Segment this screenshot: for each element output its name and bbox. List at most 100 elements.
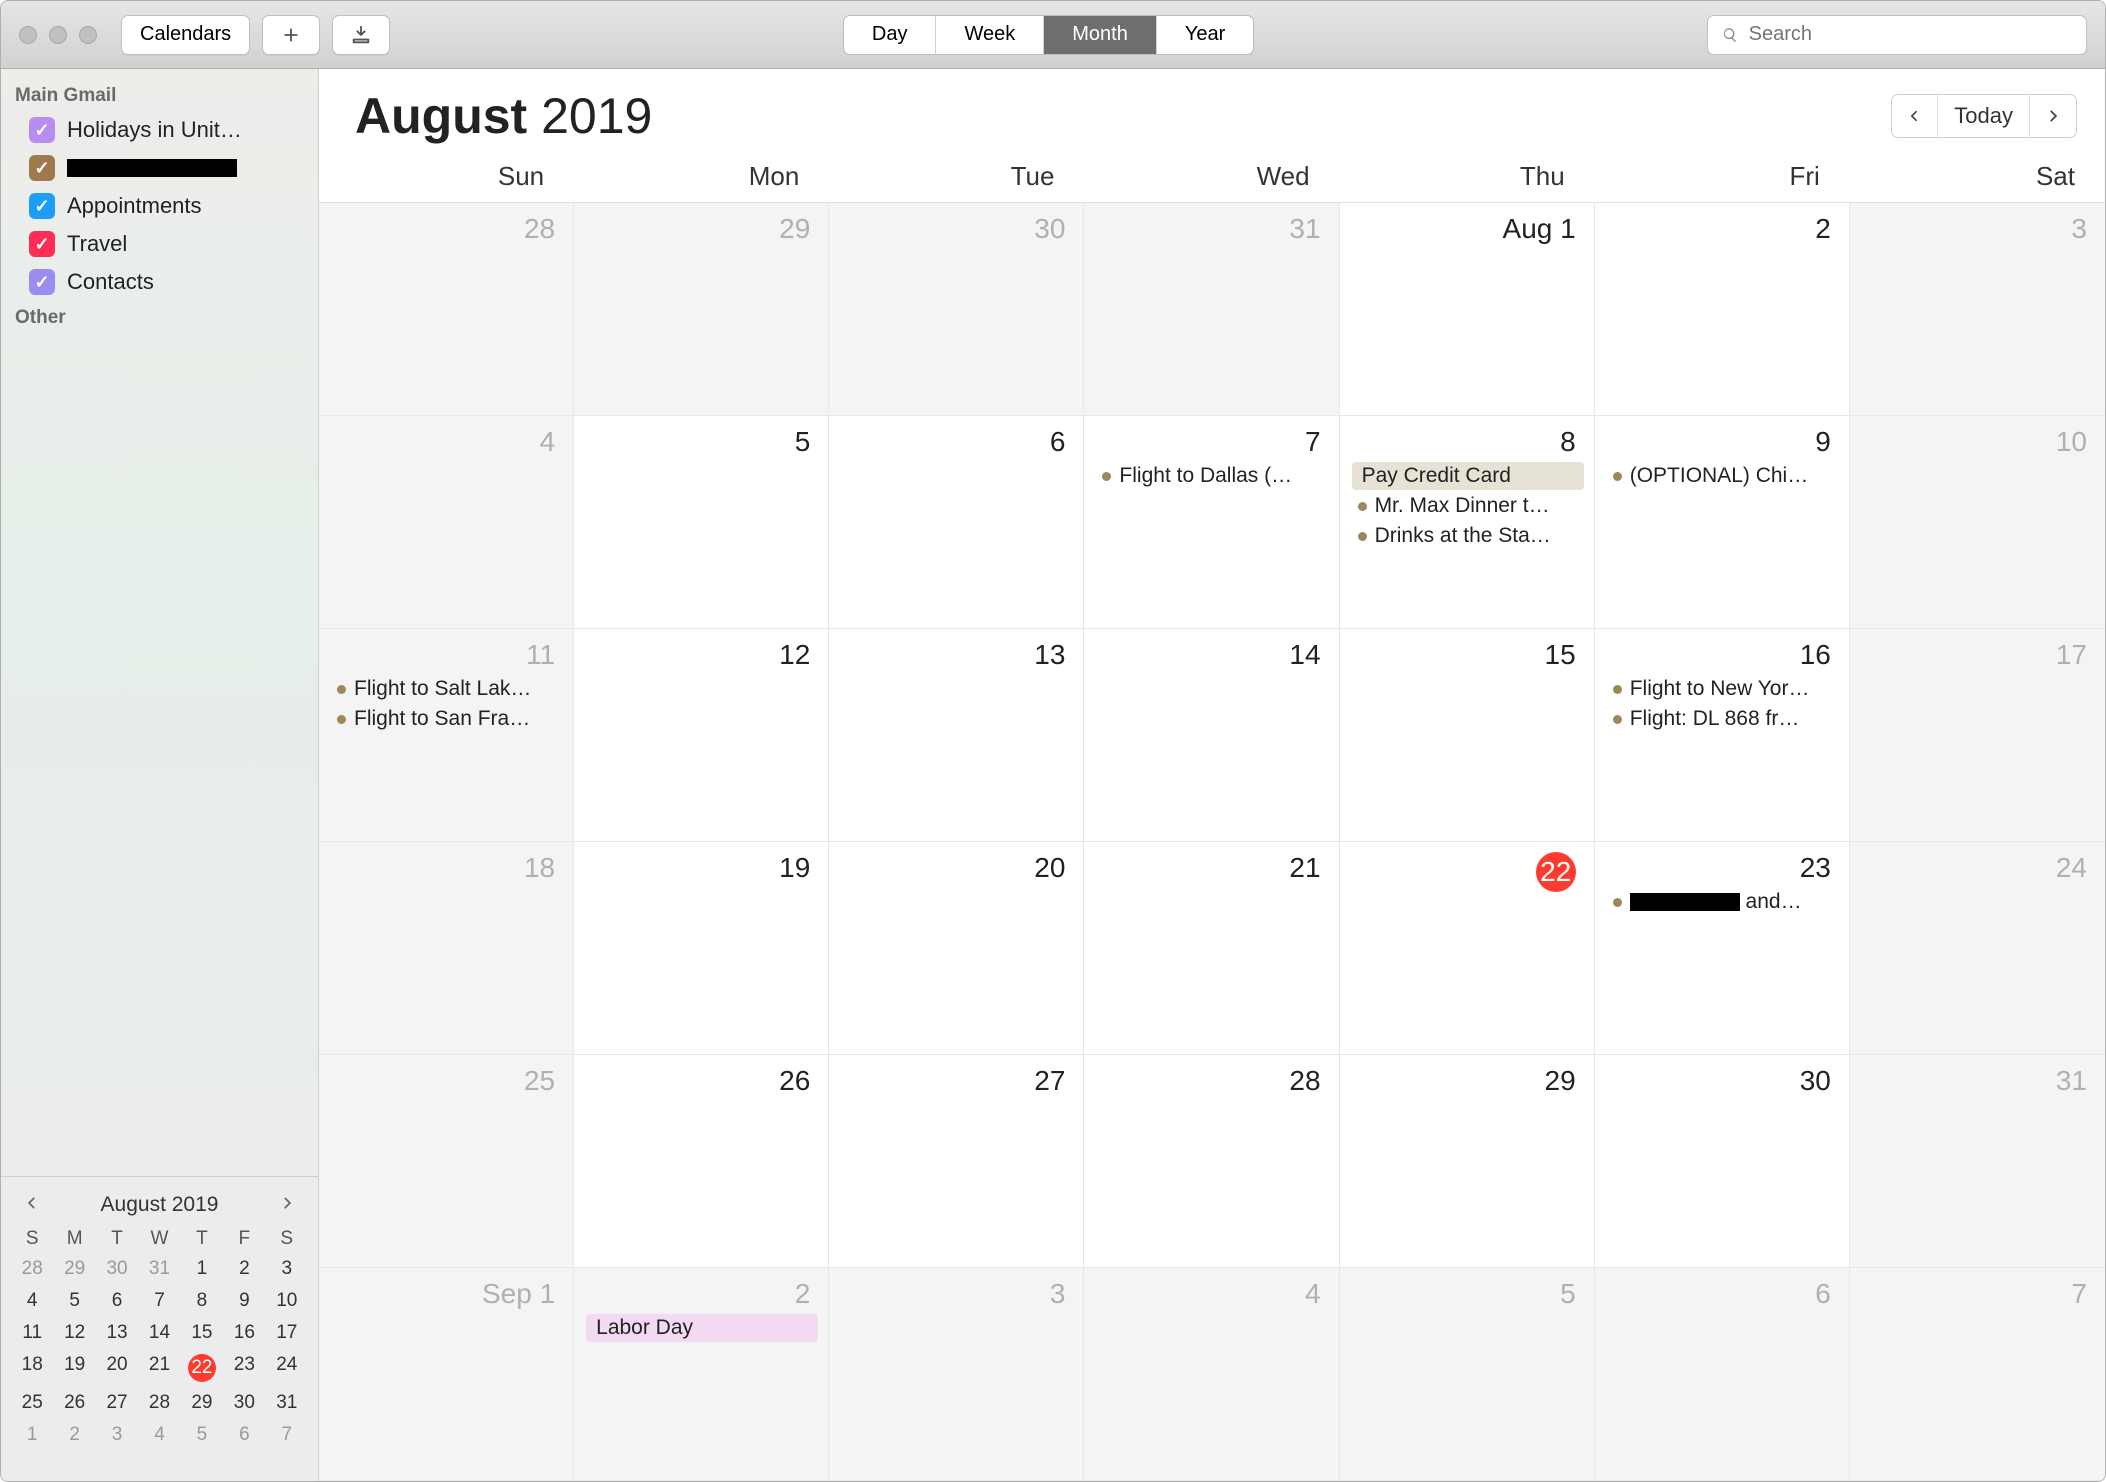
event-item[interactable]: Flight: DL 868 fr… <box>1607 705 1839 733</box>
mini-day[interactable]: 7 <box>138 1288 180 1314</box>
mini-day[interactable]: 12 <box>53 1320 95 1346</box>
day-cell[interactable]: 17 <box>1850 629 2105 842</box>
day-cell[interactable]: 4 <box>319 416 574 629</box>
event-item[interactable]: Flight to Salt Lak… <box>331 675 563 703</box>
day-cell[interactable]: 30 <box>1595 1055 1850 1268</box>
calendar-list-item[interactable]: Appointments <box>1 187 318 225</box>
prev-month-button[interactable] <box>1892 95 1938 137</box>
inbox-button[interactable] <box>332 15 390 55</box>
mini-day[interactable]: 30 <box>96 1256 138 1282</box>
mini-day[interactable]: 11 <box>11 1320 53 1346</box>
day-cell[interactable]: Sep 1 <box>319 1268 574 1481</box>
day-cell[interactable]: 23 and… <box>1595 842 1850 1055</box>
day-cell[interactable]: 15 <box>1340 629 1595 842</box>
mini-day[interactable]: 23 <box>223 1352 265 1384</box>
event-item[interactable]: and… <box>1607 888 1839 916</box>
day-cell[interactable]: Aug 1 <box>1340 203 1595 416</box>
day-cell[interactable]: 5 <box>574 416 829 629</box>
calendar-checkbox[interactable] <box>29 269 55 295</box>
calendar-list-item[interactable]: Travel <box>1 225 318 263</box>
mini-day[interactable]: 4 <box>138 1422 180 1448</box>
day-cell[interactable]: 30 <box>829 203 1084 416</box>
event-item[interactable]: Drinks at the Sta… <box>1352 522 1584 550</box>
event-item[interactable]: Mr. Max Dinner t… <box>1352 492 1584 520</box>
mini-day[interactable]: 10 <box>266 1288 308 1314</box>
day-cell[interactable]: 8Pay Credit CardMr. Max Dinner t…Drinks … <box>1340 416 1595 629</box>
calendar-list-item[interactable] <box>1 149 318 187</box>
day-cell[interactable]: 28 <box>1084 1055 1339 1268</box>
mini-day[interactable]: 26 <box>53 1390 95 1416</box>
mini-day[interactable]: 24 <box>266 1352 308 1384</box>
calendars-button[interactable]: Calendars <box>121 15 250 55</box>
mini-day[interactable]: 29 <box>53 1256 95 1282</box>
calendar-list-item[interactable]: Holidays in Unit… <box>1 111 318 149</box>
day-cell[interactable]: 4 <box>1084 1268 1339 1481</box>
calendar-checkbox[interactable] <box>29 117 55 143</box>
mini-day[interactable]: 20 <box>96 1352 138 1384</box>
mini-day[interactable]: 18 <box>11 1352 53 1384</box>
mini-day[interactable]: 16 <box>223 1320 265 1346</box>
mini-day[interactable]: 28 <box>138 1390 180 1416</box>
day-cell[interactable]: 6 <box>829 416 1084 629</box>
mini-day[interactable]: 14 <box>138 1320 180 1346</box>
day-cell[interactable]: 31 <box>1850 1055 2105 1268</box>
mini-day[interactable]: 29 <box>181 1390 223 1416</box>
mini-day[interactable]: 8 <box>181 1288 223 1314</box>
mini-day[interactable]: 19 <box>53 1352 95 1384</box>
day-cell[interactable]: 18 <box>319 842 574 1055</box>
day-cell[interactable]: 26 <box>574 1055 829 1268</box>
day-cell[interactable]: 19 <box>574 842 829 1055</box>
day-cell[interactable]: 2 <box>1595 203 1850 416</box>
mini-day[interactable]: 15 <box>181 1320 223 1346</box>
mini-day[interactable]: 25 <box>11 1390 53 1416</box>
day-cell[interactable]: 27 <box>829 1055 1084 1268</box>
next-month-button[interactable] <box>2030 95 2076 137</box>
mini-prev-button[interactable] <box>19 1191 45 1218</box>
day-cell[interactable]: 9(OPTIONAL) Chi… <box>1595 416 1850 629</box>
close-window-icon[interactable] <box>19 26 37 44</box>
mini-day[interactable]: 6 <box>223 1422 265 1448</box>
day-cell[interactable]: 10 <box>1850 416 2105 629</box>
day-cell[interactable]: 2Labor Day <box>574 1268 829 1481</box>
mini-day[interactable]: 22 <box>181 1352 223 1384</box>
mini-day[interactable]: 13 <box>96 1320 138 1346</box>
event-item[interactable]: (OPTIONAL) Chi… <box>1607 462 1839 490</box>
day-cell[interactable]: 25 <box>319 1055 574 1268</box>
mini-day[interactable]: 21 <box>138 1352 180 1384</box>
mini-day[interactable]: 2 <box>53 1422 95 1448</box>
mini-day[interactable]: 28 <box>11 1256 53 1282</box>
event-item[interactable]: Flight to New Yor… <box>1607 675 1839 703</box>
zoom-window-icon[interactable] <box>79 26 97 44</box>
view-tab-week[interactable]: Week <box>936 16 1044 54</box>
day-cell[interactable]: 29 <box>1340 1055 1595 1268</box>
calendar-checkbox[interactable] <box>29 231 55 257</box>
mini-day[interactable]: 27 <box>96 1390 138 1416</box>
minimize-window-icon[interactable] <box>49 26 67 44</box>
search-field[interactable] <box>1707 15 2087 55</box>
day-cell[interactable]: 12 <box>574 629 829 842</box>
day-cell[interactable]: 14 <box>1084 629 1339 842</box>
event-item[interactable]: Labor Day <box>586 1314 818 1342</box>
day-cell[interactable]: 28 <box>319 203 574 416</box>
event-item[interactable]: Flight to San Fra… <box>331 705 563 733</box>
day-cell[interactable]: 31 <box>1084 203 1339 416</box>
mini-day[interactable]: 30 <box>223 1390 265 1416</box>
day-cell[interactable]: 11Flight to Salt Lak…Flight to San Fra… <box>319 629 574 842</box>
calendar-checkbox[interactable] <box>29 155 55 181</box>
day-cell[interactable]: 7 <box>1850 1268 2105 1481</box>
day-cell[interactable]: 7Flight to Dallas (… <box>1084 416 1339 629</box>
day-cell[interactable]: 13 <box>829 629 1084 842</box>
mini-next-button[interactable] <box>274 1191 300 1218</box>
day-cell[interactable]: 22 <box>1340 842 1595 1055</box>
mini-day[interactable]: 5 <box>53 1288 95 1314</box>
event-item[interactable]: Flight to Dallas (… <box>1096 462 1328 490</box>
search-input[interactable] <box>1749 23 2072 46</box>
view-tab-day[interactable]: Day <box>844 16 937 54</box>
mini-day[interactable]: 1 <box>181 1256 223 1282</box>
mini-day[interactable]: 2 <box>223 1256 265 1282</box>
mini-day[interactable]: 7 <box>266 1422 308 1448</box>
day-cell[interactable]: 5 <box>1340 1268 1595 1481</box>
day-cell[interactable]: 3 <box>829 1268 1084 1481</box>
day-cell[interactable]: 24 <box>1850 842 2105 1055</box>
mini-day[interactable]: 4 <box>11 1288 53 1314</box>
